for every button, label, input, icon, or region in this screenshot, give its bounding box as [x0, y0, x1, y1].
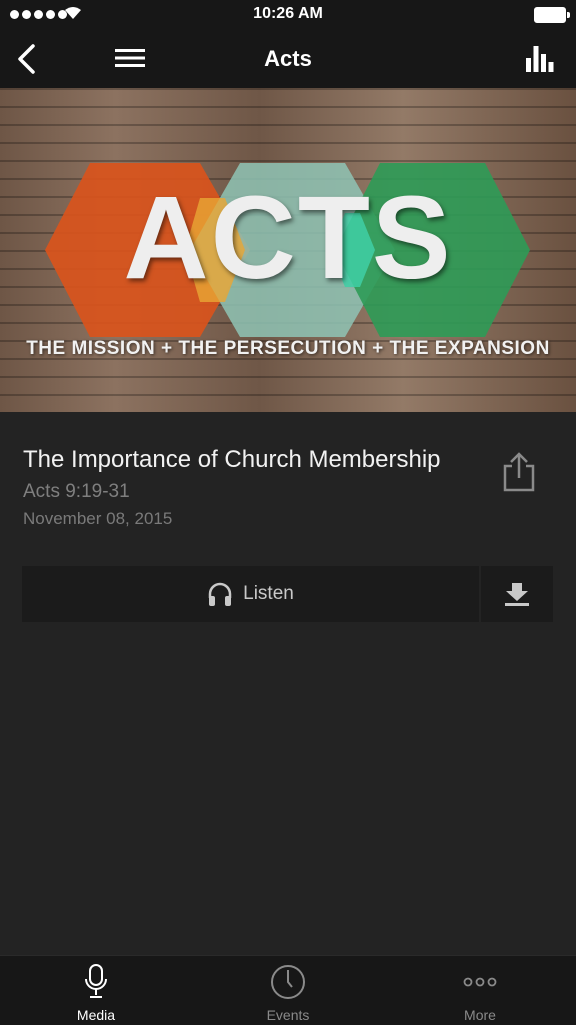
listen-label: Listen: [243, 583, 294, 604]
bar-chart-icon[interactable]: [526, 46, 554, 72]
page-title: Acts: [264, 46, 312, 71]
status-time: 10:26 AM: [253, 5, 323, 22]
series-artwork: ACTS THE MISSION + THE PERSECUTION + THE…: [0, 88, 576, 412]
sermon-date: November 08, 2015: [23, 509, 173, 528]
navigation-bar: Acts: [0, 30, 576, 88]
status-bar: 10:26 AM: [0, 0, 576, 30]
clock-icon: [271, 965, 305, 999]
tab-events-label: Events: [266, 1007, 310, 1023]
tab-events[interactable]: Events: [228, 964, 348, 1023]
tab-bar: Media Events More: [0, 955, 576, 1025]
headphones-icon: [208, 582, 232, 606]
battery-icon: [534, 7, 570, 23]
tab-more-label: More: [464, 1007, 496, 1023]
series-title: ACTS: [123, 172, 453, 304]
download-button[interactable]: [481, 566, 553, 622]
tab-media-label: Media: [76, 1007, 116, 1023]
share-icon[interactable]: [503, 452, 535, 492]
tab-more[interactable]: More: [420, 964, 540, 1023]
listen-button[interactable]: Listen: [22, 566, 479, 622]
series-subtitle: THE MISSION + THE PERSECUTION + THE EXPA…: [26, 338, 550, 359]
download-icon: [505, 583, 529, 606]
more-dots-icon: [463, 977, 497, 987]
sermon-title: The Importance of Church Membership: [23, 446, 441, 473]
sermon-passage: Acts 9:19-31: [23, 481, 130, 502]
tab-media[interactable]: Media: [36, 964, 156, 1023]
microphone-icon: [85, 964, 107, 998]
